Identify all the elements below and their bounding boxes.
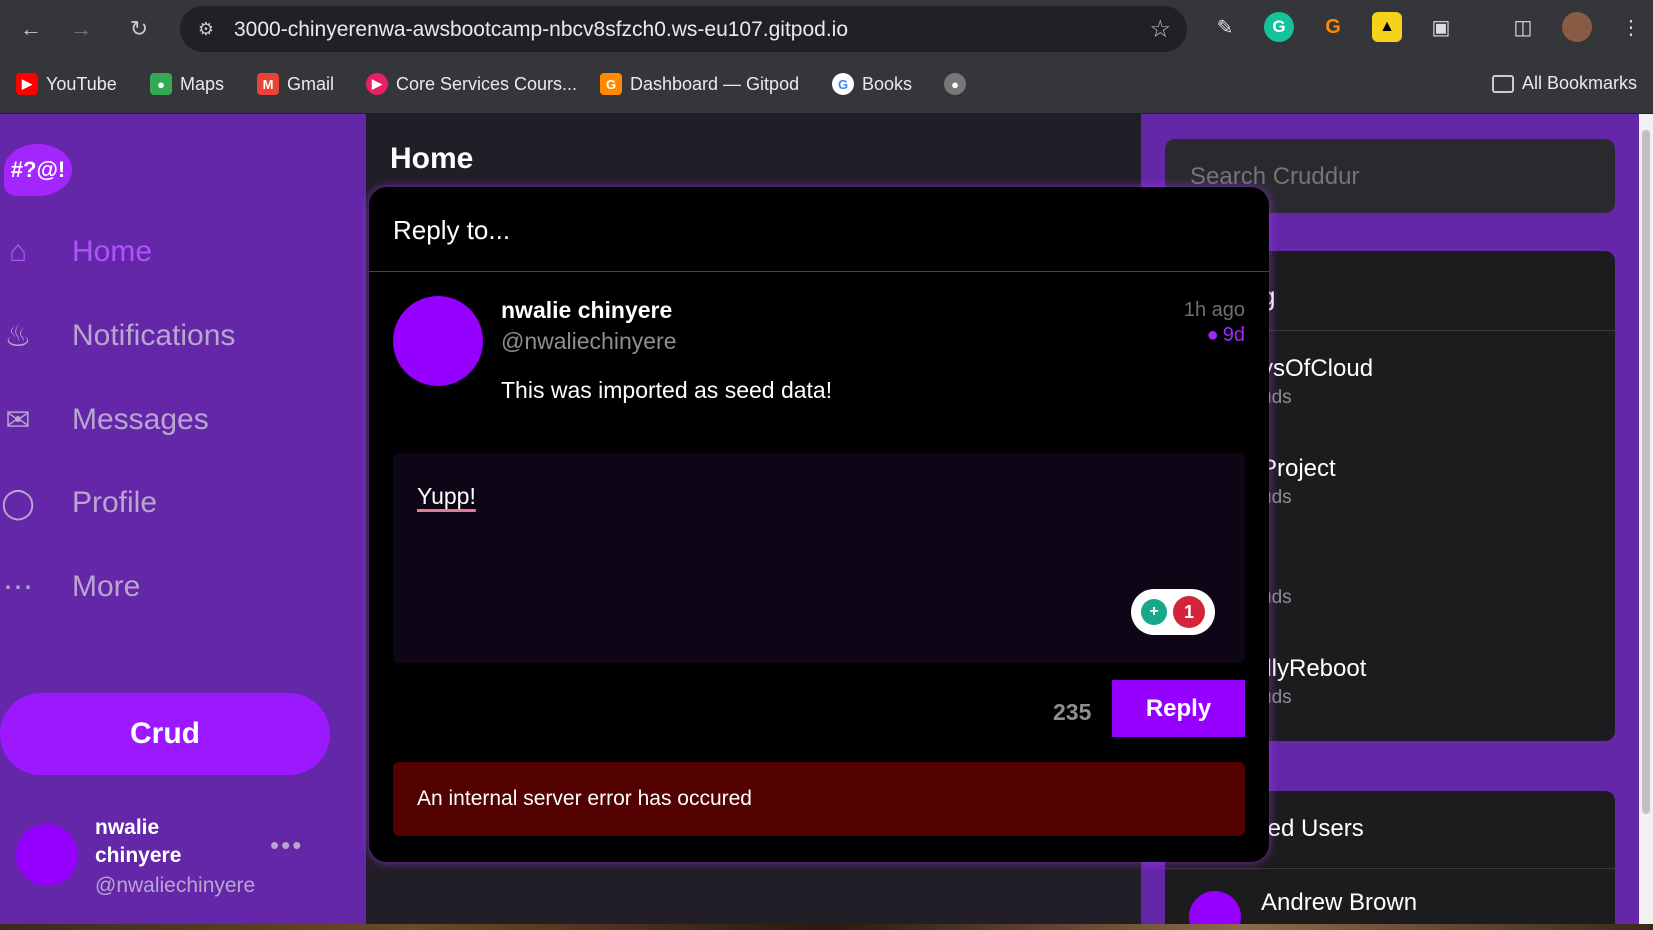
suggested-user-name[interactable]: Andrew Brown (1261, 889, 1417, 917)
post-timestamp: 1h ago (1183, 299, 1245, 321)
user-menu-dots-icon[interactable]: ••• (270, 830, 303, 861)
bookmark-label: YouTube (46, 73, 117, 94)
sidebar-item-label: Profile (72, 486, 158, 519)
grammarly-widget[interactable]: + 1 (1131, 589, 1215, 635)
course-icon: ▶ (366, 73, 388, 95)
user-icon: ◯ (1, 486, 35, 520)
grammarly-extension-icon[interactable]: G (1264, 12, 1294, 42)
gitpod-extension-icon[interactable]: G (1318, 12, 1348, 42)
bookmark-label: Books (862, 73, 913, 94)
trend-name: illyReboot (1261, 655, 1367, 682)
post-expires: ● 9d (1207, 324, 1245, 347)
bookmark-star-icon[interactable]: ☆ (1149, 15, 1171, 44)
bookmark-gitpod[interactable]: G Dashboard — Gitpod (600, 73, 799, 95)
suggested-users-title: ted Users (1261, 815, 1364, 842)
current-user-name: nwalie chinyere (95, 816, 182, 867)
trend-item[interactable]: illyReboot uds (1261, 655, 1366, 709)
bomb-icon: ● (1206, 324, 1219, 346)
globe-icon: ● (944, 73, 966, 95)
address-bar[interactable]: ⚙ 3000-chinyerenwa-awsbootcamp-nbcv8sfzc… (180, 6, 1187, 52)
page-title: Home (390, 142, 474, 175)
post-handle[interactable]: @nwaliechinyere (501, 328, 677, 355)
all-bookmarks-folder[interactable]: All Bookmarks (1492, 73, 1637, 94)
more-icon: ⋯ (3, 570, 33, 604)
taskbar-edge (0, 924, 1653, 930)
reload-icon[interactable]: ↻ (122, 12, 156, 46)
page-scrollbar[interactable] (1639, 114, 1653, 930)
avatar[interactable] (393, 296, 483, 386)
cruddur-app: #?@! ⌂ Home ♨ Notifications ✉ Messages ◯… (0, 114, 1653, 930)
bookmark-label: Maps (180, 73, 225, 94)
trend-item[interactable]: ysOfCloud uds (1261, 355, 1373, 409)
google-icon: G (832, 73, 854, 95)
sidebar-item-label: Home (72, 235, 153, 268)
grammarly-suggestion-count: 1 (1173, 596, 1205, 628)
back-arrow-icon[interactable]: ← (14, 12, 48, 46)
url-text: 3000-chinyerenwa-awsbootcamp-nbcv8sfzch0… (234, 18, 849, 41)
post-message: This was imported as seed data! (501, 377, 833, 403)
color-picker-icon[interactable]: ✎ (1210, 12, 1240, 42)
post-expires-value: 9d (1222, 324, 1245, 346)
trend-count: uds (1261, 387, 1292, 408)
all-bookmarks-label: All Bookmarks (1522, 73, 1638, 93)
sidebar-item-more[interactable]: ⋯ More (0, 569, 140, 605)
crud-button[interactable]: Crud (0, 693, 330, 775)
bell-icon: ♨ (4, 319, 32, 353)
error-message: An internal server error has occured (393, 762, 1245, 836)
error-text: An internal server error has occured (417, 787, 752, 810)
reply-textarea[interactable]: Yupp! + 1 (393, 453, 1245, 663)
side-panel-icon[interactable]: ◫ (1508, 12, 1538, 42)
character-count: 235 (1053, 699, 1092, 725)
post-display-name[interactable]: nwalie chinyere (501, 297, 672, 324)
bookmark-label: Gmail (287, 73, 335, 94)
sidebar-item-label: More (72, 570, 141, 603)
bookmark-youtube[interactable]: ▶ YouTube (16, 73, 117, 95)
bookmarks-bar: ▶ YouTube ● Maps M Gmail ▶ Core Services… (0, 57, 1653, 114)
sidebar-item-label: Messages (72, 403, 209, 436)
trend-item[interactable]: Project uds (1261, 455, 1336, 509)
trend-name: Project (1261, 455, 1336, 482)
bookmark-maps[interactable]: ● Maps (150, 73, 224, 95)
sidebar-item-label: Notifications (72, 319, 236, 352)
mail-icon: ✉ (5, 403, 31, 437)
bookmark-books[interactable]: G Books (832, 73, 912, 95)
home-icon: ⌂ (8, 235, 28, 268)
reply-text: Yupp! (417, 483, 476, 509)
youtube-icon: ▶ (16, 73, 38, 95)
modal-header: Reply to... (369, 187, 1269, 272)
sidebar-item-notifications[interactable]: ♨ Notifications (0, 318, 236, 354)
trend-count: uds (1261, 487, 1292, 508)
warning-extension-icon[interactable]: ▲ (1372, 12, 1402, 42)
sidebar-item-messages[interactable]: ✉ Messages (0, 402, 209, 438)
scrollbar-thumb[interactable] (1642, 130, 1650, 814)
folder-icon (1492, 74, 1514, 93)
site-info-icon[interactable]: ⚙ (194, 17, 218, 41)
left-sidebar: #?@! ⌂ Home ♨ Notifications ✉ Messages ◯… (0, 114, 366, 930)
maps-icon: ● (150, 73, 172, 95)
modal-title: Reply to... (393, 215, 511, 245)
sidebar-item-profile[interactable]: ◯ Profile (0, 485, 157, 521)
extensions-puzzle-icon[interactable]: ▣ (1426, 12, 1456, 42)
grammarly-icon: + (1141, 599, 1167, 625)
current-user-handle: @nwaliechinyere (95, 874, 256, 897)
bookmark-label: Dashboard — Gitpod (630, 73, 800, 94)
reply-modal: Reply to... nwalie chinyere @nwaliechiny… (369, 187, 1269, 862)
cruddur-logo[interactable]: #?@! (4, 144, 72, 196)
bookmark-label: Core Services Cours... (396, 73, 578, 94)
bookmark-globe[interactable]: ● (944, 73, 966, 95)
bookmark-gmail[interactable]: M Gmail (257, 73, 334, 95)
forward-arrow-icon[interactable]: → (64, 12, 98, 46)
reply-button[interactable]: Reply (1112, 680, 1245, 737)
gitpod-icon: G (600, 73, 622, 95)
gmail-icon: M (257, 73, 279, 95)
trend-count: uds (1261, 687, 1292, 708)
browser-toolbar: ← → ↻ ⚙ 3000-chinyerenwa-awsbootcamp-nbc… (0, 0, 1653, 57)
chrome-menu-icon[interactable]: ⋮ (1616, 12, 1646, 42)
bookmark-core-services[interactable]: ▶ Core Services Cours... (366, 73, 577, 95)
avatar[interactable] (16, 824, 78, 886)
sidebar-item-home[interactable]: ⌂ Home (0, 234, 152, 270)
trend-name: ysOfCloud (1261, 355, 1374, 382)
profile-avatar-icon[interactable] (1562, 12, 1592, 42)
